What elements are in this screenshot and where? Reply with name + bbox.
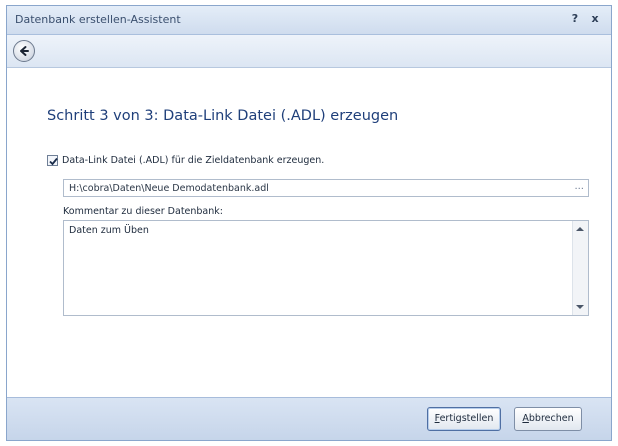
scroll-up-icon[interactable] <box>576 227 584 231</box>
finish-label: ertigstellen <box>439 413 494 424</box>
adl-path-value: H:\cobra\Daten\Neue Demodatenbank.adl <box>69 183 269 194</box>
comment-label: Kommentar zu dieser Datenbank: <box>63 206 223 217</box>
back-arrow-icon <box>20 46 29 56</box>
adl-checkbox-label: Data-Link Datei (.ADL) für die Zieldaten… <box>62 154 325 166</box>
adl-checkbox[interactable] <box>47 154 58 166</box>
close-button[interactable]: x <box>587 11 603 27</box>
adl-checkbox-row[interactable]: Data-Link Datei (.ADL) für die Zieldaten… <box>47 153 324 167</box>
back-button[interactable] <box>13 40 35 62</box>
comment-value: Daten zum Üben <box>69 225 149 236</box>
cancel-button[interactable]: Abbrechen <box>514 407 582 431</box>
browse-button[interactable]: ... <box>574 181 584 192</box>
scroll-down-icon[interactable] <box>576 305 584 309</box>
wizard-footer: Fertigstellen Abbrechen <box>7 397 611 440</box>
help-button[interactable]: ? <box>567 11 583 27</box>
checkmark-icon <box>49 157 58 165</box>
step-title: Schritt 3 von 3: Data-Link Datei (.ADL) … <box>47 108 399 124</box>
comment-textarea[interactable]: Daten zum Üben <box>63 220 589 316</box>
cancel-label: bbrechen <box>528 413 574 424</box>
wizard-window: Datenbank erstellen-Assistent ? x Schrit… <box>6 5 612 441</box>
window-title: Datenbank erstellen-Assistent <box>15 13 181 26</box>
title-bar[interactable]: Datenbank erstellen-Assistent ? x <box>7 6 611 35</box>
adl-path-input[interactable]: H:\cobra\Daten\Neue Demodatenbank.adl ..… <box>63 179 589 197</box>
wizard-content: Schritt 3 von 3: Data-Link Datei (.ADL) … <box>7 68 611 398</box>
finish-button[interactable]: Fertigstellen <box>427 407 501 431</box>
navigation-bar <box>7 35 611 68</box>
comment-scrollbar[interactable] <box>572 221 588 315</box>
